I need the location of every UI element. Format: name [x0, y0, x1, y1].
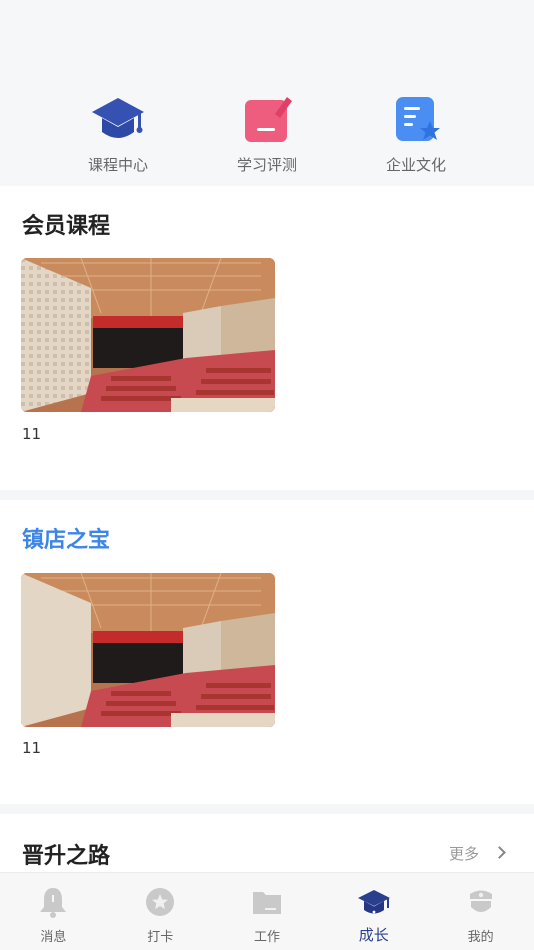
chevron-right-icon[interactable] — [493, 846, 506, 859]
edit-pen-icon — [239, 94, 295, 148]
folder-icon — [250, 885, 284, 919]
treasure-section: 镇店之宝 11 — [0, 500, 534, 804]
quick-entry-study-assessment[interactable]: 学习评测 — [207, 94, 327, 175]
quick-entry-label: 企业文化 — [385, 156, 446, 174]
course-thumbnail[interactable] — [21, 573, 275, 727]
tab-label: 成长 — [358, 926, 389, 944]
course-caption: 11 — [22, 425, 42, 443]
tab-label: 我的 — [467, 930, 494, 945]
tab-label: 工作 — [253, 930, 280, 945]
member-courses-section: 会员课程 11 — [0, 186, 534, 490]
police-badge-icon — [464, 885, 498, 919]
course-caption: 11 — [22, 739, 42, 757]
quick-entry-panel: 课程中心 学习评测 企业文化 — [0, 0, 534, 186]
tab-growth[interactable]: 成长 — [320, 873, 427, 950]
tab-messages[interactable]: 消息 — [0, 873, 107, 950]
graduation-cap-icon — [90, 94, 146, 148]
bottom-tab-bar: 消息 打卡 工作 成长 我的 — [0, 872, 534, 950]
tab-mine[interactable]: 我的 — [427, 873, 534, 950]
section-title: 镇店之宝 — [22, 528, 111, 553]
course-thumbnail[interactable] — [21, 258, 275, 412]
quick-entry-label: 学习评测 — [236, 156, 297, 174]
section-title: 晋升之路 — [22, 844, 111, 869]
tab-work[interactable]: 工作 — [214, 873, 321, 950]
quick-entry-corporate-culture[interactable]: 企业文化 — [356, 94, 476, 175]
quick-entry-label: 课程中心 — [87, 156, 148, 174]
tab-check-in[interactable]: 打卡 — [107, 873, 214, 950]
promotion-section: 晋升之路 更多 — [0, 814, 534, 872]
tab-label: 消息 — [40, 930, 67, 945]
more-link[interactable]: 更多 — [449, 843, 479, 864]
star-badge-icon — [143, 885, 177, 919]
growth-page: 课程中心 学习评测 企业文化 会员课程 11 镇店之宝 11 晋升之路 更多 消… — [0, 0, 534, 950]
section-title: 会员课程 — [22, 214, 111, 239]
graduation-cap-icon — [357, 885, 391, 919]
quick-entry-course-center[interactable]: 课程中心 — [58, 94, 178, 175]
document-star-icon — [388, 94, 444, 148]
bell-icon — [36, 885, 70, 919]
tab-label: 打卡 — [147, 930, 174, 945]
